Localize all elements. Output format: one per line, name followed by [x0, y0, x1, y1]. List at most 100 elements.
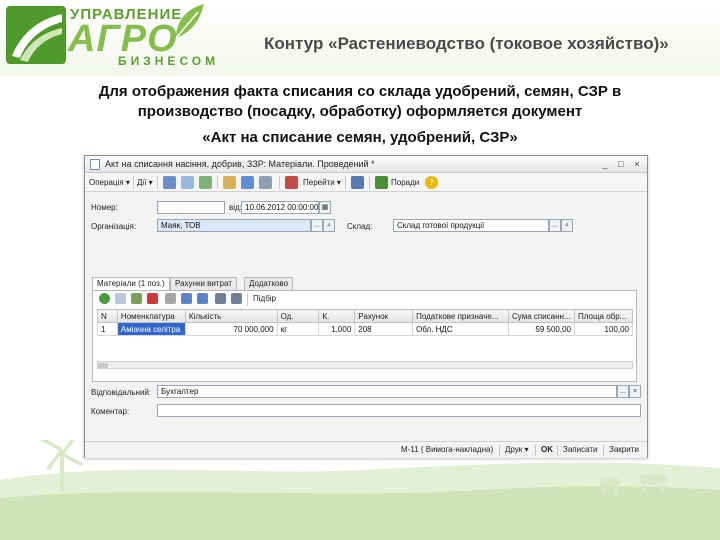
- structure-icon[interactable]: [241, 176, 254, 189]
- responsible-field[interactable]: Бухгалтер: [157, 385, 617, 398]
- delete-row-icon[interactable]: [147, 293, 158, 304]
- copy-icon[interactable]: [223, 176, 236, 189]
- comment-field[interactable]: [157, 404, 641, 417]
- add-row-icon[interactable]: [99, 293, 110, 304]
- warehouse-label: Склад:: [347, 222, 373, 231]
- organization-field[interactable]: Маяк, ТОВ: [157, 219, 311, 232]
- description-line-3: «Акт на списание семян, удобрений, СЗР»: [202, 129, 518, 146]
- nomenclature-cell[interactable]: Аміачна селітра: [116, 322, 186, 336]
- bottom-command-bar: М-11 ( Вимога-накладна) Друк ▾ OK Записа…: [85, 441, 647, 458]
- print-preview-icon[interactable]: [259, 176, 272, 189]
- responsible-select-button[interactable]: ...: [617, 385, 629, 398]
- write-off-sum-cell[interactable]: 59 500,00: [508, 322, 575, 336]
- post-icon[interactable]: [181, 176, 194, 189]
- leaf-icon: [175, 4, 204, 39]
- description-line-2: производство (посадку, обработку) оформл…: [137, 103, 583, 120]
- operations-menu[interactable]: Операція ▾: [89, 176, 130, 189]
- row-number-cell[interactable]: 1: [97, 322, 118, 336]
- print-form-button[interactable]: М-11 ( Вимога-накладна): [401, 445, 493, 454]
- sort-desc-icon[interactable]: [231, 293, 242, 304]
- journal-icon[interactable]: [285, 176, 298, 189]
- column-header[interactable]: Кількість: [184, 309, 278, 323]
- selection-button[interactable]: Підбір: [253, 294, 276, 303]
- number-label: Номер:: [91, 203, 118, 212]
- column-header[interactable]: Номенклатура: [116, 309, 186, 323]
- unit-cell[interactable]: кг: [276, 322, 320, 336]
- description-line-1: Для отображения факта списания со склада…: [98, 83, 622, 100]
- hints-icon: [375, 176, 388, 189]
- column-header[interactable]: Площа обр...: [573, 309, 634, 323]
- move-up-icon[interactable]: [181, 293, 192, 304]
- move-down-icon[interactable]: [197, 293, 208, 304]
- tab-additional[interactable]: Додатково: [244, 277, 294, 290]
- sort-asc-icon[interactable]: [215, 293, 226, 304]
- date-field[interactable]: 10.06.2012 00:00:00: [241, 201, 319, 214]
- toolbar-separator: [133, 176, 134, 189]
- toolbar-separator: [369, 176, 370, 189]
- grid-toolbar: Підбір: [93, 291, 636, 307]
- tab-expense-accounts[interactable]: Рахунки витрат: [170, 277, 237, 290]
- coefficient-cell[interactable]: 1,000: [318, 322, 356, 336]
- print-menu[interactable]: Друк ▾: [505, 445, 529, 454]
- tax-purpose-cell[interactable]: Обл. НДС: [412, 322, 510, 336]
- slide-title: Контур «Растениеводство (токовое хозяйст…: [264, 34, 669, 53]
- warehouse-select-button[interactable]: ...: [549, 219, 561, 232]
- column-header[interactable]: К.: [318, 309, 356, 323]
- bottom-separator: [557, 445, 558, 456]
- toolbar-separator: [345, 176, 346, 189]
- help-icon[interactable]: ?: [425, 176, 438, 189]
- organization-open-icon[interactable]: ⌕: [323, 219, 335, 232]
- bottom-separator: [499, 445, 500, 456]
- warehouse-open-icon[interactable]: ⌕: [561, 219, 573, 232]
- column-header[interactable]: Од.: [276, 309, 320, 323]
- quantity-cell[interactable]: 70 000,000: [184, 322, 278, 336]
- column-header[interactable]: N: [97, 309, 118, 323]
- close-window-button[interactable]: Закрити: [609, 445, 639, 454]
- table-header-row: N Номенклатура Кількість Од. К. Рахунок …: [97, 309, 634, 323]
- responsible-label: Відповідальний:: [91, 388, 152, 397]
- toolbar-separator: [279, 176, 280, 189]
- maximize-button[interactable]: □: [615, 158, 627, 170]
- toolbar-separator: [157, 176, 158, 189]
- window-titlebar[interactable]: Акт на списання насіння, добрив, ЗЗР: Ма…: [85, 156, 647, 173]
- refresh-icon[interactable]: [199, 176, 212, 189]
- close-button[interactable]: ×: [631, 158, 643, 170]
- ok-button[interactable]: OK: [541, 445, 553, 454]
- comment-label: Коментар:: [91, 407, 130, 416]
- responsible-clear-icon[interactable]: ×: [629, 385, 641, 398]
- column-header[interactable]: Сума списанн...: [508, 309, 575, 323]
- minimize-button[interactable]: _: [599, 158, 611, 170]
- copy-row-icon[interactable]: [115, 293, 126, 304]
- number-field[interactable]: [157, 201, 225, 214]
- bottom-separator: [535, 445, 536, 456]
- goto-menu[interactable]: Перейти ▾: [303, 176, 341, 189]
- filter-icon[interactable]: [351, 176, 364, 189]
- save-button[interactable]: Записати: [563, 445, 598, 454]
- bottom-separator: [603, 445, 604, 456]
- scrollbar-thumb[interactable]: [98, 363, 108, 368]
- account-cell[interactable]: 208: [354, 322, 414, 336]
- end-edit-icon[interactable]: [165, 293, 176, 304]
- table-row[interactable]: 1 Аміачна селітра 70 000,000 кг 1,000 20…: [97, 322, 634, 336]
- horizontal-scrollbar[interactable]: [97, 361, 633, 369]
- toolbar-separator: [217, 176, 218, 189]
- save-icon[interactable]: [163, 176, 176, 189]
- tab-materials[interactable]: Матеріали (1 поз.): [92, 277, 170, 291]
- calendar-icon[interactable]: ▦: [319, 201, 331, 214]
- slide-description: Для отображения факта списания со склада…: [30, 82, 690, 148]
- logo-emblem: [6, 6, 66, 64]
- materials-table: N Номенклатура Кількість Од. К. Рахунок …: [97, 309, 634, 336]
- window-title: Акт на списання насіння, добрив, ЗЗР: Ма…: [105, 159, 375, 169]
- date-label: від:: [229, 203, 242, 212]
- materials-panel: Підбір N Номенклатура Кількість Од. К. Р…: [92, 290, 637, 382]
- warehouse-field[interactable]: Склад готової продукції: [393, 219, 549, 232]
- column-header[interactable]: Рахунок: [354, 309, 414, 323]
- actions-menu[interactable]: Дії ▾: [137, 176, 153, 189]
- toolbar-separator: [247, 293, 248, 306]
- edit-row-icon[interactable]: [131, 293, 142, 304]
- organization-select-button[interactable]: ...: [311, 219, 323, 232]
- hints-button[interactable]: Поради: [391, 176, 419, 189]
- document-icon: [90, 159, 100, 170]
- column-header[interactable]: Податкове призначе...: [412, 309, 510, 323]
- area-cell[interactable]: 100,00: [573, 322, 634, 336]
